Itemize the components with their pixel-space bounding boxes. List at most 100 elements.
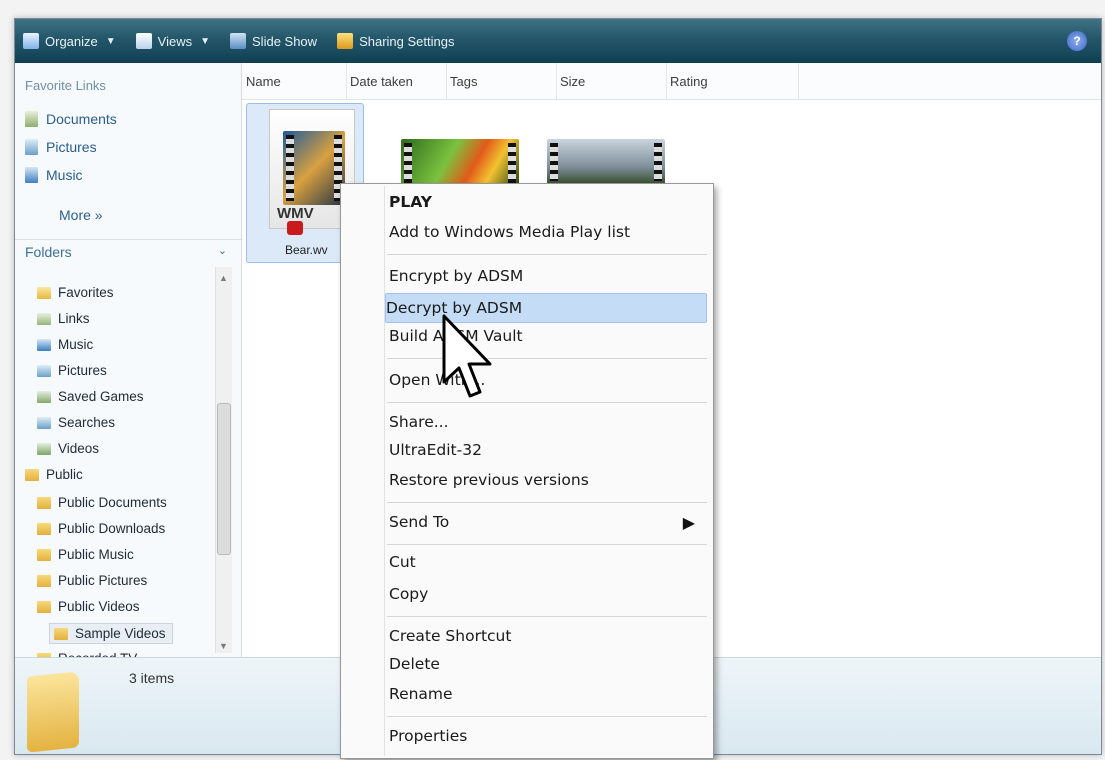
scroll-up-icon[interactable]: ▲ bbox=[219, 273, 228, 283]
mouse-cursor-icon bbox=[442, 314, 492, 398]
music-icon bbox=[25, 167, 38, 183]
folder-icon bbox=[37, 496, 51, 509]
pictures-icon bbox=[25, 139, 38, 155]
menu-gutter bbox=[384, 186, 385, 756]
menu-item-play[interactable]: PLAY bbox=[389, 188, 707, 216]
tree-item-public-downloads[interactable]: Public Downloads bbox=[37, 521, 165, 536]
favorite-link-pictures[interactable]: Pictures bbox=[25, 139, 97, 155]
folders-label: Folders bbox=[25, 244, 72, 260]
menu-item-cut[interactable]: Cut bbox=[389, 548, 707, 576]
chevron-down-icon: ⌄ bbox=[217, 245, 227, 257]
column-label: Size bbox=[560, 73, 586, 89]
slideshow-button[interactable]: Slide Show bbox=[230, 33, 317, 49]
tree-item-pictures[interactable]: Pictures bbox=[37, 363, 107, 378]
tree-item-videos[interactable]: Videos bbox=[37, 441, 99, 456]
item-count: 3 items bbox=[129, 670, 175, 686]
context-menu: PLAY Add to Windows Media Play list Encr… bbox=[340, 183, 714, 759]
toolbar: Organize ▼ Views ▼ Slide Show Sharing Se… bbox=[15, 19, 1101, 63]
menu-separator bbox=[387, 502, 707, 503]
video-thumbnail-3[interactable] bbox=[547, 139, 665, 185]
column-label: Tags bbox=[450, 73, 478, 89]
music-folder-icon bbox=[37, 338, 51, 351]
favorite-link-label: Music bbox=[46, 167, 83, 183]
organize-label: Organize bbox=[45, 33, 98, 49]
tree-item-label: Sample Videos bbox=[75, 626, 166, 641]
slideshow-icon bbox=[230, 33, 247, 49]
submenu-arrow-icon: ▶ bbox=[682, 512, 695, 532]
tree-item-label: Searches bbox=[58, 415, 116, 430]
column-label: Date taken bbox=[350, 73, 413, 89]
lock-icon bbox=[287, 221, 303, 235]
menu-item-build-vault[interactable]: Build ADSM Vault bbox=[389, 322, 707, 350]
chevron-down-icon: ▼ bbox=[200, 35, 211, 47]
tree-item-public-pictures[interactable]: Public Pictures bbox=[37, 573, 147, 588]
tree-item-links[interactable]: Links bbox=[37, 311, 90, 326]
tree-item-label: Public Videos bbox=[58, 599, 140, 614]
views-button[interactable]: Views ▼ bbox=[135, 33, 211, 49]
favorite-link-music[interactable]: Music bbox=[25, 167, 83, 183]
views-label: Views bbox=[157, 33, 193, 49]
saved-games-folder-icon bbox=[37, 390, 51, 403]
wmv-badge: WMV bbox=[277, 205, 314, 222]
menu-separator bbox=[387, 358, 707, 359]
folders-header[interactable]: Folders ⌄ bbox=[15, 239, 241, 266]
folder-icon bbox=[27, 671, 79, 753]
folder-icon bbox=[37, 574, 51, 587]
column-date-taken[interactable]: Date taken bbox=[346, 63, 447, 99]
tree-item-public[interactable]: Public bbox=[25, 467, 83, 482]
menu-item-restore-versions[interactable]: Restore previous versions bbox=[389, 466, 707, 494]
pictures-folder-icon bbox=[37, 364, 51, 377]
chevron-down-icon: ▼ bbox=[105, 35, 116, 47]
column-name[interactable]: Name bbox=[242, 63, 347, 99]
column-size[interactable]: Size bbox=[556, 63, 667, 99]
tree-item-saved-games[interactable]: Saved Games bbox=[37, 389, 144, 404]
tree-item-searches[interactable]: Searches bbox=[37, 415, 115, 430]
menu-item-share[interactable]: Share... bbox=[389, 408, 707, 436]
favorite-link-label: Documents bbox=[46, 111, 117, 127]
menu-item-create-shortcut[interactable]: Create Shortcut bbox=[389, 622, 707, 650]
tree-item-label: Favorites bbox=[58, 285, 114, 300]
menu-item-properties[interactable]: Properties bbox=[389, 722, 707, 750]
menu-item-delete[interactable]: Delete bbox=[389, 650, 707, 678]
tree-item-favorites[interactable]: Favorites bbox=[37, 285, 114, 300]
tree-item-public-music[interactable]: Public Music bbox=[37, 547, 134, 562]
menu-item-encrypt[interactable]: Encrypt by ADSM bbox=[389, 262, 707, 290]
tree-item-sample-videos[interactable]: Sample Videos bbox=[49, 623, 173, 644]
column-tags[interactable]: Tags bbox=[446, 63, 557, 99]
navigation-pane: Favorite Links Documents Pictures Music … bbox=[15, 63, 242, 666]
organize-button[interactable]: Organize ▼ bbox=[23, 33, 116, 49]
more-link[interactable]: More » bbox=[59, 207, 103, 223]
column-rating[interactable]: Rating bbox=[666, 63, 799, 99]
videos-folder-icon bbox=[37, 442, 51, 455]
menu-item-copy[interactable]: Copy bbox=[389, 580, 707, 608]
menu-separator bbox=[387, 402, 707, 403]
folder-icon bbox=[54, 627, 68, 640]
menu-item-ultraedit[interactable]: UltraEdit-32 bbox=[389, 436, 707, 464]
documents-icon bbox=[25, 111, 38, 127]
menu-item-label: Send To bbox=[389, 513, 450, 531]
tree-item-label: Public Documents bbox=[58, 495, 167, 510]
scroll-down-icon[interactable]: ▼ bbox=[219, 641, 228, 651]
tree-item-label: Links bbox=[58, 311, 90, 326]
tree-item-public-documents[interactable]: Public Documents bbox=[37, 495, 167, 510]
public-folder-icon bbox=[25, 468, 39, 481]
tree-item-label: Public Downloads bbox=[58, 521, 166, 536]
sharing-settings-button[interactable]: Sharing Settings bbox=[337, 33, 454, 49]
favorite-link-documents[interactable]: Documents bbox=[25, 111, 117, 127]
organize-icon bbox=[23, 33, 39, 49]
menu-item-rename[interactable]: Rename bbox=[389, 680, 707, 708]
folder-icon bbox=[37, 522, 51, 535]
menu-item-open-with[interactable]: Open With... bbox=[389, 366, 707, 394]
tree-scrollbar-thumb[interactable] bbox=[217, 403, 231, 555]
tree-item-public-videos[interactable]: Public Videos bbox=[37, 599, 140, 614]
menu-item-add-to-playlist[interactable]: Add to Windows Media Play list bbox=[389, 218, 707, 246]
menu-item-decrypt[interactable]: Decrypt by ADSM bbox=[385, 293, 707, 323]
menu-item-send-to[interactable]: Send To ▶ bbox=[389, 508, 707, 536]
links-folder-icon bbox=[37, 312, 51, 325]
help-icon[interactable]: ? bbox=[1067, 31, 1087, 51]
folder-icon bbox=[37, 548, 51, 561]
video-thumbnail-2[interactable] bbox=[401, 139, 519, 189]
slideshow-label: Slide Show bbox=[252, 33, 318, 49]
tree-item-music[interactable]: Music bbox=[37, 337, 93, 352]
column-label: Rating bbox=[670, 73, 708, 89]
